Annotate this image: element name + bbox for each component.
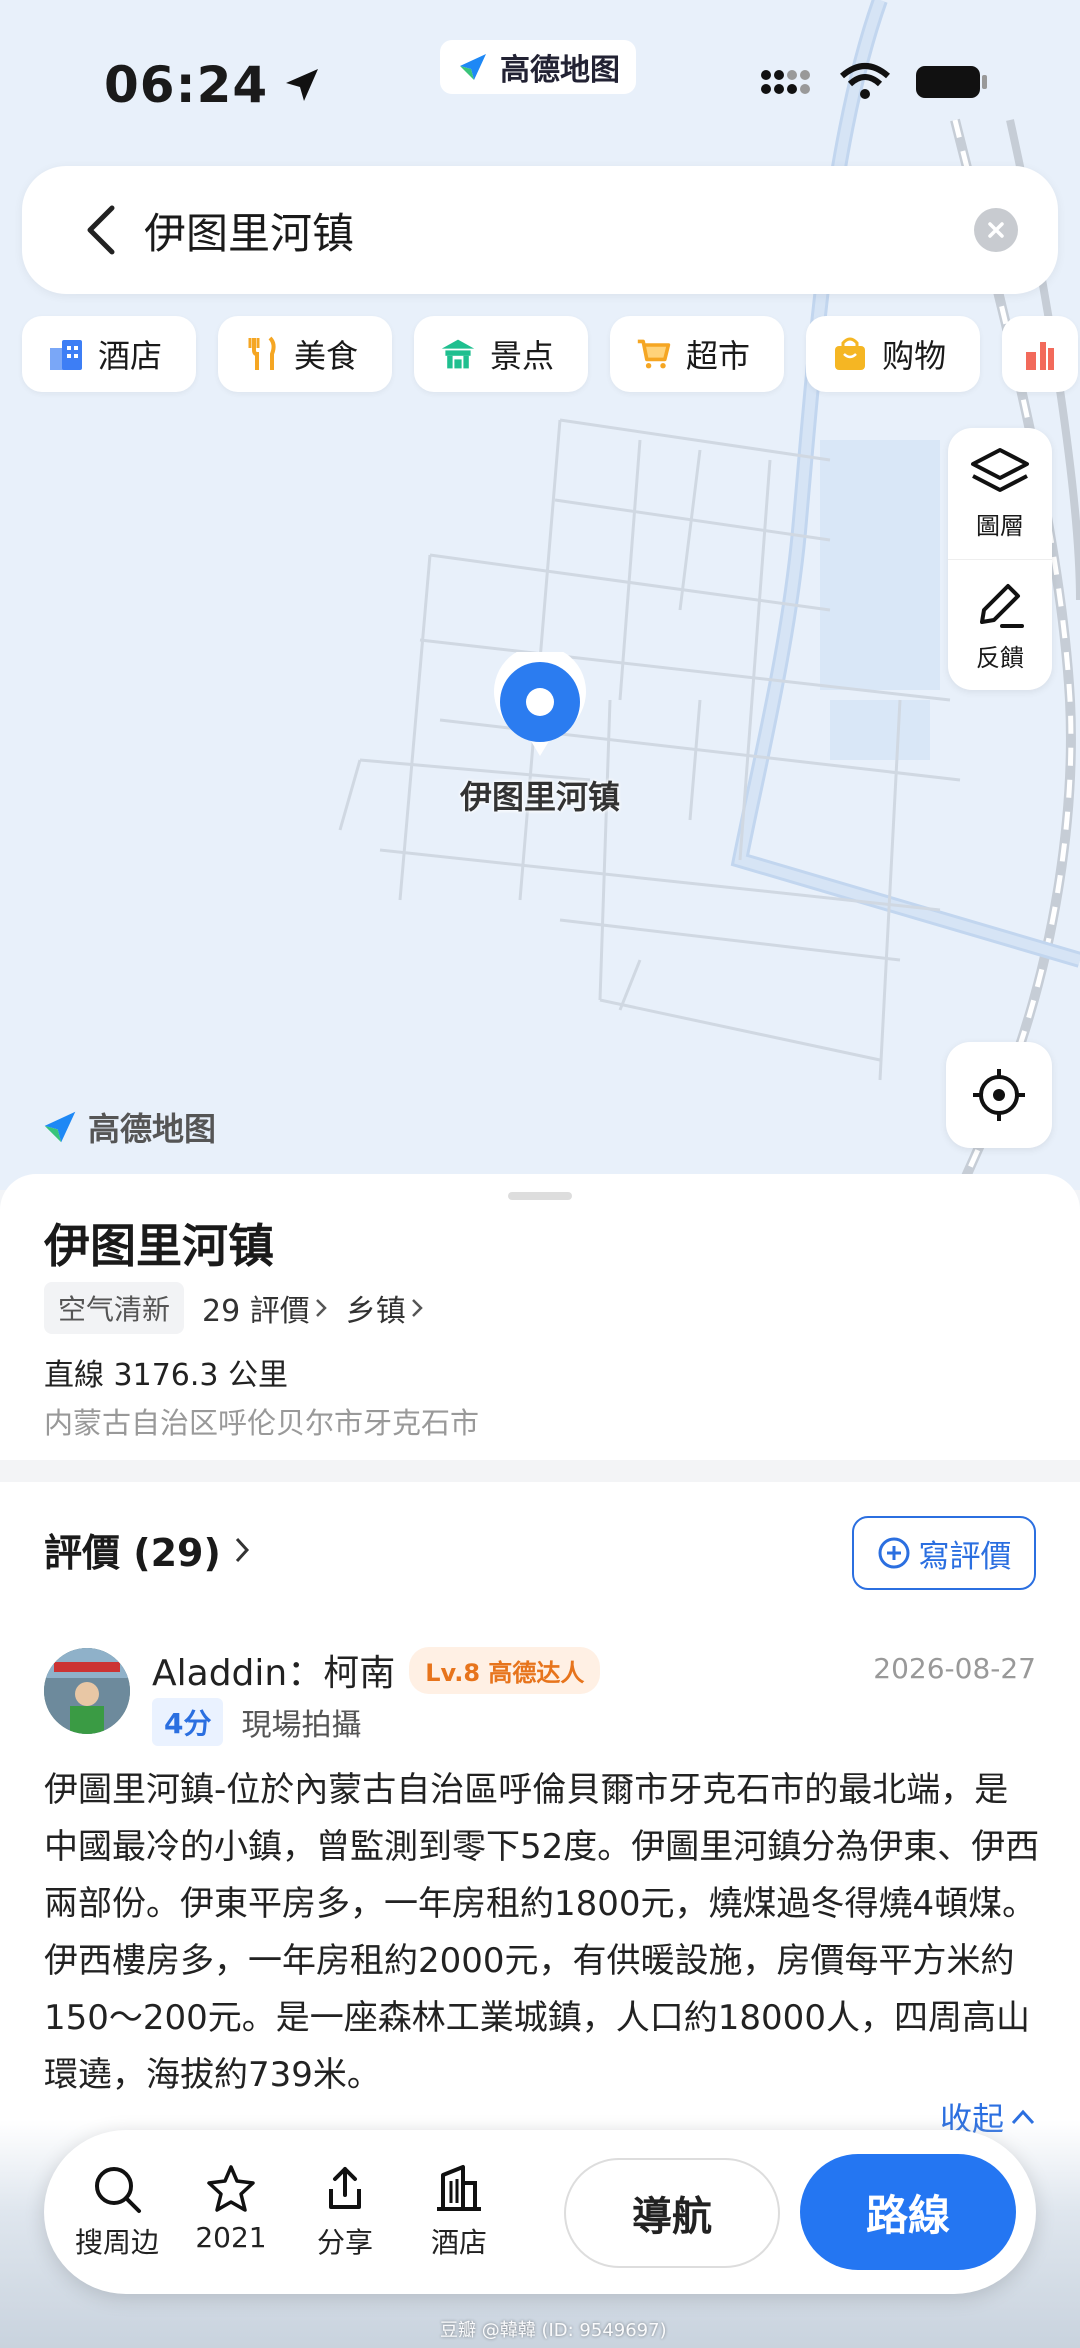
review-photo-tag: 現場拍攝 xyxy=(241,1708,362,1743)
layers-button[interactable]: 圖層 xyxy=(948,428,1052,559)
food-icon xyxy=(248,336,276,370)
scenic-icon xyxy=(441,339,475,369)
hotel-icon xyxy=(50,340,82,370)
pin-label: 伊图里河镇 xyxy=(459,778,620,816)
feedback-button[interactable]: 反饋 xyxy=(948,559,1052,690)
chevron-right-icon xyxy=(411,1299,423,1317)
close-icon xyxy=(988,222,1004,238)
write-review-button[interactable]: 寫評價 xyxy=(852,1516,1036,1590)
reviews-heading[interactable]: 評價 (29) xyxy=(44,1522,251,1577)
chip-food[interactable]: 美食 xyxy=(218,316,393,392)
review-date: 2026-08-27 xyxy=(873,1652,1036,1685)
avatar-photo xyxy=(44,1648,130,1734)
place-address: 内蒙古自治区呼伦贝尔市牙克石市 xyxy=(44,1406,480,1440)
navigate-button[interactable]: 導航 xyxy=(564,2158,780,2268)
layers-label: 圖層 xyxy=(976,512,1024,540)
share-button[interactable]: 分享 xyxy=(288,2163,402,2261)
chip-shopping[interactable]: 购物 xyxy=(806,316,981,392)
clear-search-button[interactable] xyxy=(974,208,1018,252)
bag-icon xyxy=(835,337,866,370)
battery-icon xyxy=(916,66,987,98)
feedback-label: 反饋 xyxy=(976,643,1024,672)
review-score: 4分 xyxy=(152,1698,224,1746)
building-icon xyxy=(437,2165,481,2211)
watermark: 豆瓣 @韓韓 (ID: 9549697) xyxy=(440,2320,667,2341)
app-badge: 高德地图 xyxy=(440,40,636,94)
location-pin-icon[interactable] xyxy=(490,652,590,760)
chip-supermarket[interactable]: 超市 xyxy=(610,316,785,392)
search-bar[interactable]: 伊图里河镇 xyxy=(22,166,1058,294)
reviewer-info: Aladdin：柯南 Lv.8 高德达人 xyxy=(152,1644,601,1696)
wifi-icon xyxy=(840,63,890,99)
bottom-action-bar: 搜周边 2021 分享 酒店 導航 路線 xyxy=(44,2130,1036,2294)
more-category-icon xyxy=(1026,342,1055,370)
review-text: 伊圖里河鎮-位於內蒙古自治區呼倫貝爾市牙克石市的最北端，是中國最冷的小鎮，曾監測… xyxy=(44,1770,1040,2095)
category-chips: 酒店 美食 景点 超市 购物 xyxy=(22,316,1079,392)
plus-circle-icon xyxy=(878,1537,909,1569)
place-distance: 直線 3176.3 公里 xyxy=(44,1358,289,1393)
place-tag: 空气清新 xyxy=(44,1282,185,1334)
favorite-button[interactable]: 2021 xyxy=(174,2163,288,2261)
review-score-row: 4分 現場拍攝 xyxy=(152,1698,361,1746)
app-root: 06:24 高德地图 伊图里河镇 酒店 美食 景点 超市 购物 圖層 反饋 伊图… xyxy=(0,0,1080,2348)
star-icon xyxy=(207,2165,255,2212)
chip-scenic[interactable]: 景点 xyxy=(414,316,589,392)
map-logo: 高德地图 xyxy=(40,1104,216,1150)
crosshair-icon xyxy=(973,1069,1025,1121)
cellular-signal-icon xyxy=(761,70,810,94)
location-arrow-icon xyxy=(286,69,319,101)
map-side-tools: 圖層 反饋 xyxy=(948,428,1052,690)
share-icon xyxy=(329,2167,361,2209)
chevron-left-icon xyxy=(87,205,115,255)
map-view[interactable]: 06:24 高德地图 伊图里河镇 酒店 美食 景点 超市 购物 圖層 反饋 伊图… xyxy=(0,0,1080,1190)
section-divider xyxy=(0,1460,1080,1482)
search-nearby-button[interactable]: 搜周边 xyxy=(60,2163,174,2261)
back-button[interactable] xyxy=(66,195,136,265)
status-time: 06:24 xyxy=(104,56,322,114)
place-title: 伊图里河镇 xyxy=(44,1219,274,1273)
chevron-right-icon xyxy=(235,1537,249,1562)
amap-logo-icon xyxy=(460,54,486,80)
layers-icon xyxy=(971,448,1029,492)
search-query[interactable]: 伊图里河镇 xyxy=(144,200,974,261)
place-meta: 空气清新 29 評價 乡镇 xyxy=(44,1282,424,1334)
reviewer-name[interactable]: Aladdin：柯南 xyxy=(152,1644,395,1696)
status-icons xyxy=(760,62,990,102)
amap-logo-icon xyxy=(44,1111,76,1143)
cart-icon xyxy=(637,339,671,369)
reviewer-avatar[interactable] xyxy=(44,1648,130,1734)
route-button[interactable]: 路線 xyxy=(800,2154,1016,2270)
reviewer-level-badge: Lv.8 高德达人 xyxy=(409,1646,601,1694)
locate-me-button[interactable] xyxy=(946,1042,1052,1148)
edit-pen-icon xyxy=(980,583,1024,628)
chip-more[interactable] xyxy=(1002,316,1079,392)
category-link[interactable]: 乡镇 xyxy=(346,1286,424,1330)
chevron-right-icon xyxy=(315,1299,327,1317)
hotel-button[interactable]: 酒店 xyxy=(402,2163,516,2261)
chip-hotel[interactable]: 酒店 xyxy=(22,316,197,392)
reviews-link[interactable]: 29 評價 xyxy=(202,1286,328,1330)
panel-drag-handle[interactable] xyxy=(508,1192,572,1200)
search-icon xyxy=(95,2167,141,2213)
